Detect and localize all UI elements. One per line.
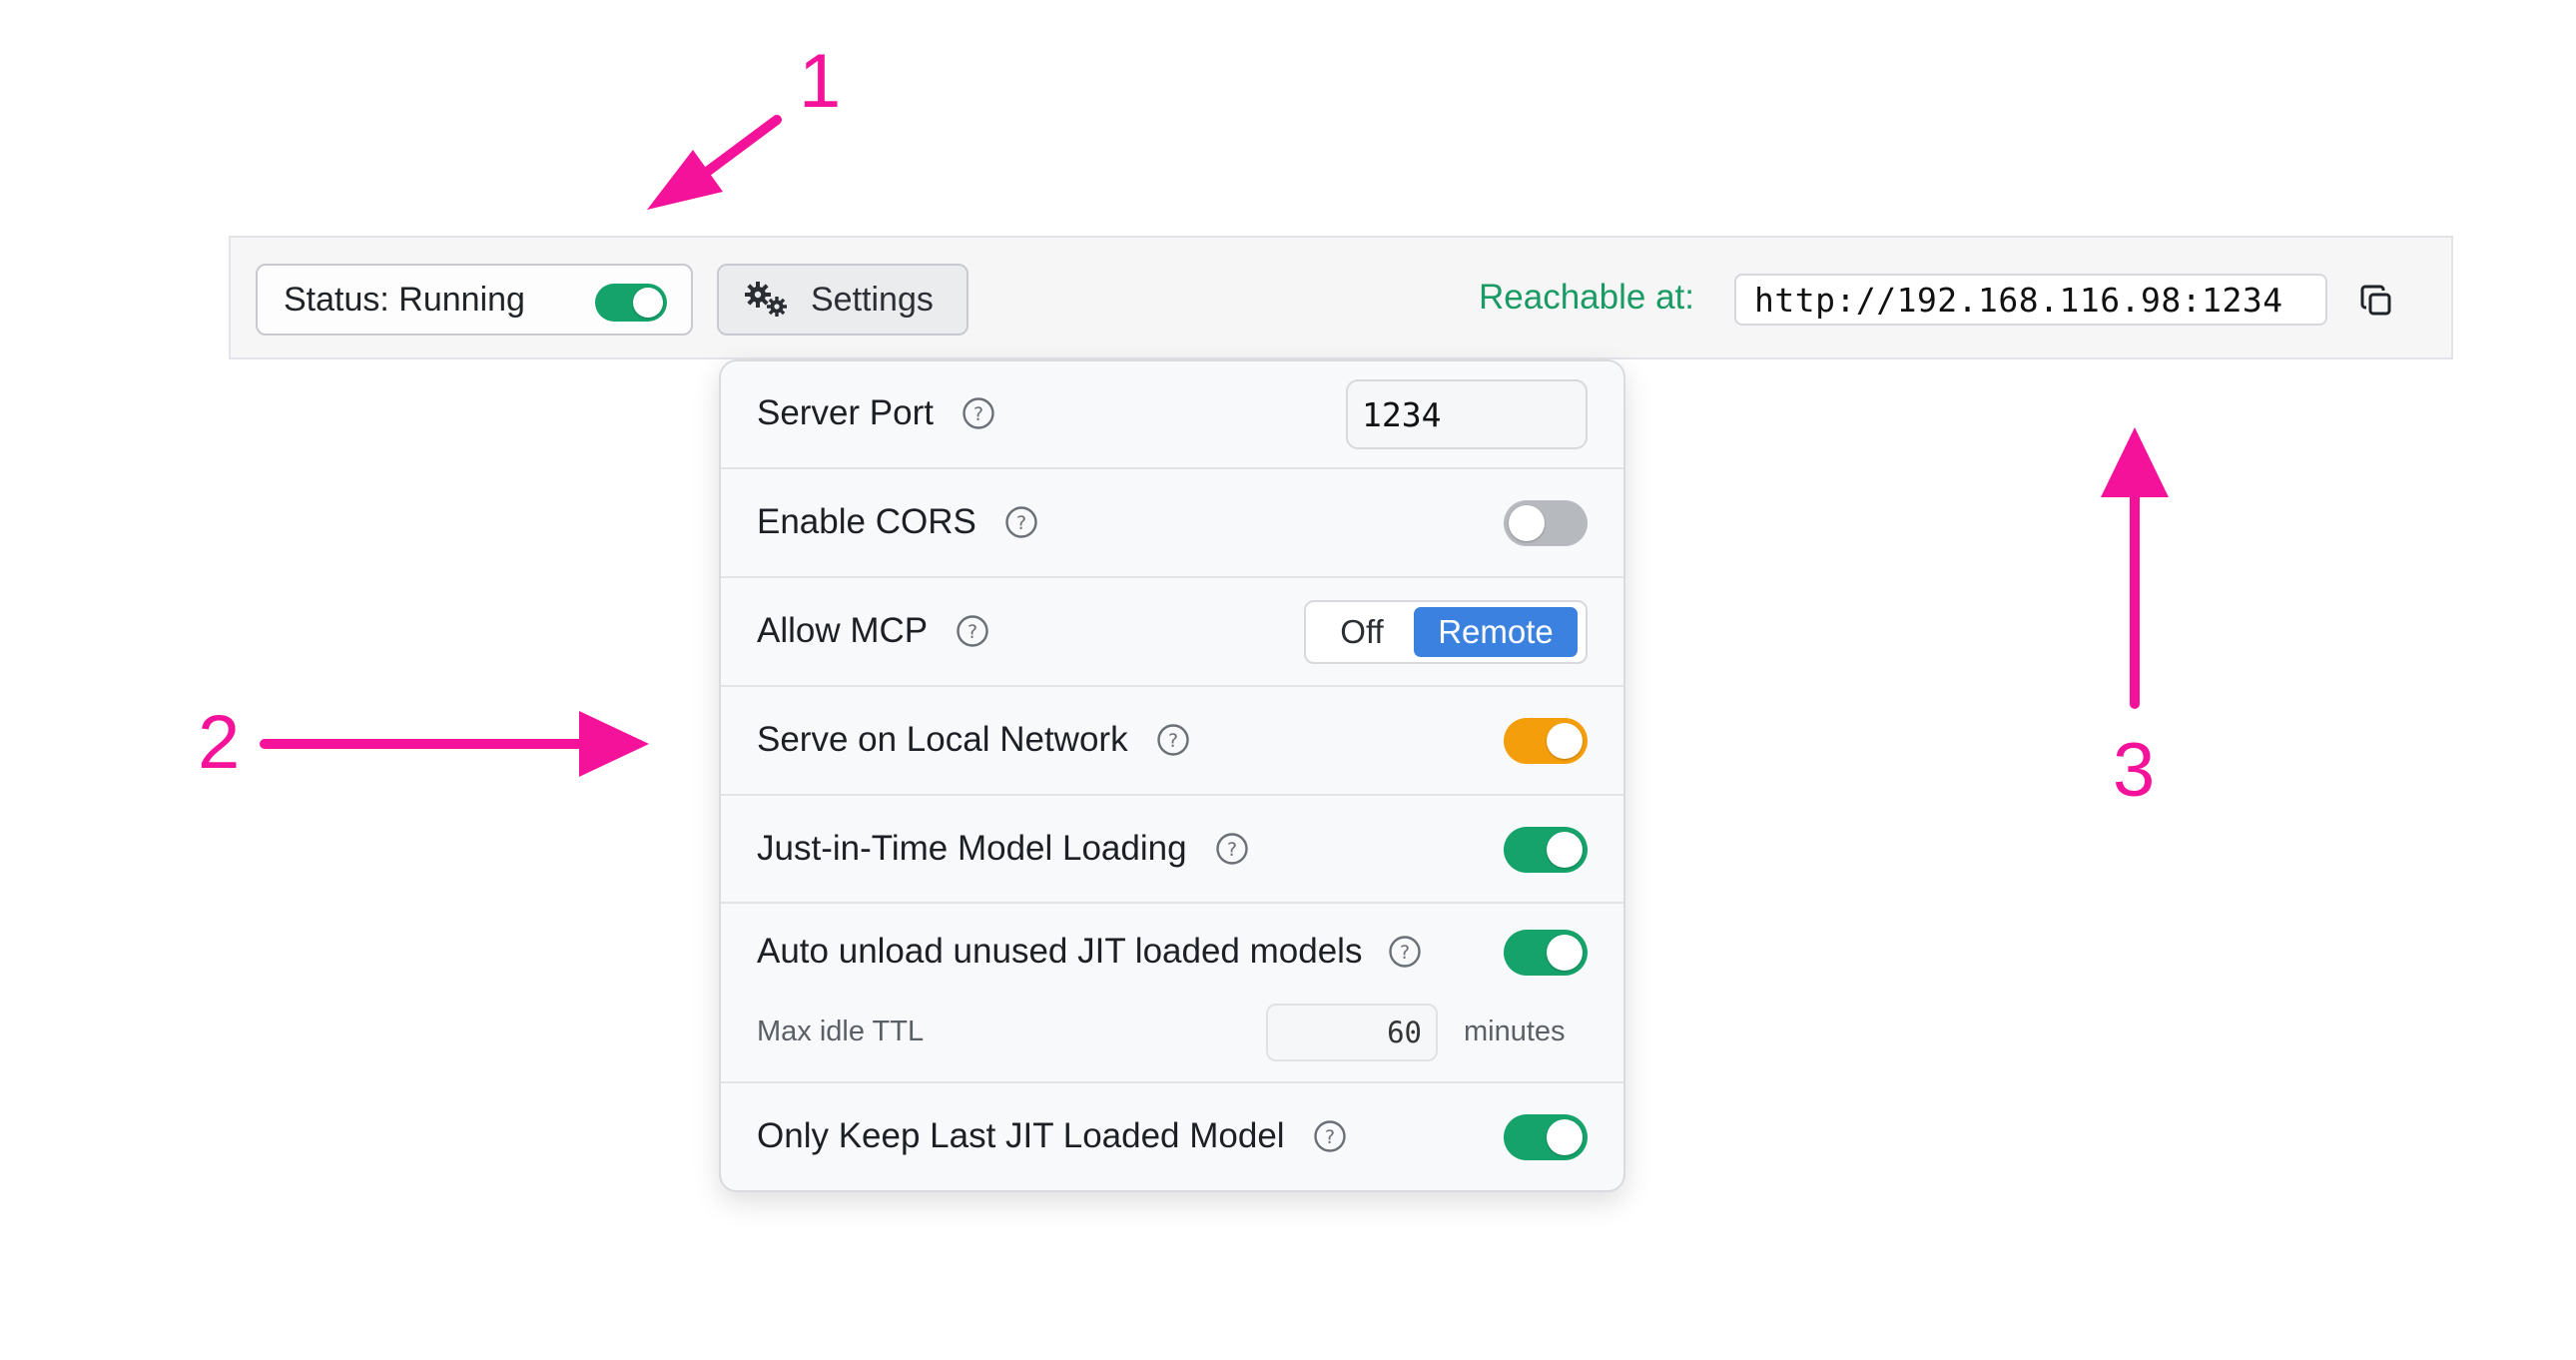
annotation-arrowhead-1 xyxy=(647,150,723,210)
annotation-arrowhead-3 xyxy=(2101,427,2169,497)
annotation-number-1: 1 xyxy=(799,39,842,124)
annotation-arrowhead-2 xyxy=(579,711,649,777)
annotation-arrow-1 xyxy=(694,115,782,183)
annotation-number-3: 3 xyxy=(2113,728,2156,813)
annotation-number-2: 2 xyxy=(198,700,241,785)
annotation-arrows xyxy=(260,115,2169,777)
